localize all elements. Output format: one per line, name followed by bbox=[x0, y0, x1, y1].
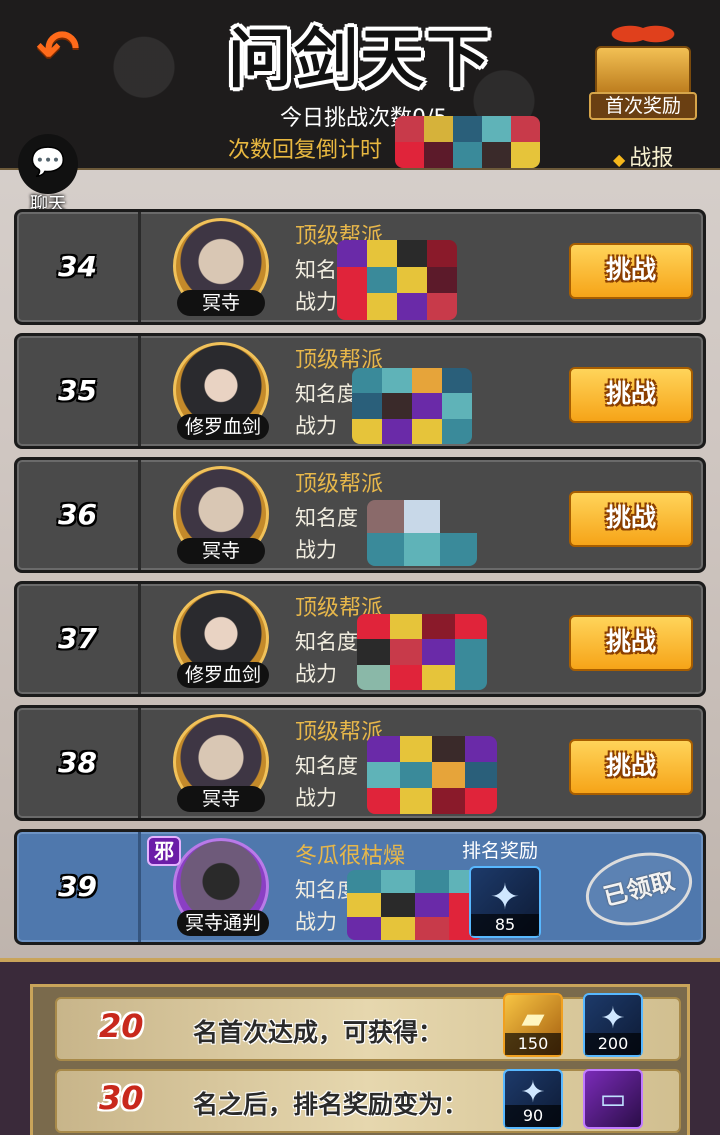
reward-count: 85 bbox=[471, 914, 539, 936]
guild-name: 顶级帮派 bbox=[295, 472, 384, 497]
hero-name: 修罗血剑 bbox=[177, 414, 270, 440]
rank-row: 35 修罗血剑 顶级帮派 知名度 战力 挑战 bbox=[14, 333, 706, 449]
rank-bonus-panel: 20 名首次达成，可获得： ▰ 150 ✦ 200 30 名之后，排名奖励变为：… bbox=[0, 958, 720, 1135]
power-label: 战力 bbox=[295, 538, 337, 562]
hero-name: 冥寺 bbox=[177, 786, 265, 812]
shards-icon[interactable]: ✦ 200 bbox=[583, 993, 643, 1057]
censored-mosaic bbox=[347, 870, 483, 940]
power-label: 战力 bbox=[295, 414, 337, 438]
chat-button[interactable]: 💬 聊天 bbox=[10, 134, 86, 215]
hero-name: 冥寺 bbox=[177, 290, 265, 316]
censored-mosaic bbox=[357, 614, 487, 690]
faction-badge: 邪 bbox=[147, 836, 181, 866]
battle-report-button[interactable]: ◆ 战报 bbox=[613, 140, 673, 172]
player-name: 冬瓜很枯燥 bbox=[295, 844, 406, 869]
claimed-stamp: 已领取 bbox=[578, 841, 700, 937]
hero-name: 冥寺 bbox=[177, 538, 265, 564]
reward-count: 150 bbox=[505, 1033, 561, 1055]
back-arrow-icon[interactable]: ↶ bbox=[30, 22, 86, 78]
rank-reward-title: 排名奖励 bbox=[462, 840, 539, 862]
recover-countdown: 次数回复倒计时 bbox=[228, 138, 383, 163]
rank-row: 37 修罗血剑 顶级帮派 知名度 战力 挑战 bbox=[14, 581, 706, 697]
bonus-row-first: 20 名首次达成，可获得： ▰ 150 ✦ 200 bbox=[55, 993, 681, 1061]
shards-icon[interactable]: ✦ 85 bbox=[469, 866, 541, 938]
rank-bonus-inner: 20 名首次达成，可获得： ▰ 150 ✦ 200 30 名之后，排名奖励变为：… bbox=[30, 984, 690, 1135]
speech-bubble-icon: 💬 bbox=[18, 134, 78, 194]
diamond-icon: ◆ bbox=[613, 150, 626, 169]
hero-name: 冥寺通判 bbox=[177, 910, 270, 936]
rank-row: 36 冥寺 顶级帮派 知名度 战力 挑战 bbox=[14, 457, 706, 573]
header: ↶ 问剑天下 今日挑战次数0/5 次数回复倒计时 首次奖励 ◆ 战报 bbox=[0, 0, 720, 172]
my-rank-row: 39 邪 冥寺通判 冬瓜很枯燥 知名度 战力 排名奖励 ✦ 85 已领取 bbox=[14, 829, 706, 945]
gold-bar-icon[interactable]: ▰ 150 bbox=[503, 993, 563, 1057]
battle-report-label: 战报 bbox=[629, 146, 674, 171]
challenge-button[interactable]: 挑战 bbox=[569, 491, 693, 547]
hero-name: 修罗血剑 bbox=[177, 662, 270, 688]
reward-count: 90 bbox=[505, 1105, 561, 1127]
rank-number: 36 bbox=[17, 460, 141, 570]
rank-number: 34 bbox=[17, 212, 141, 322]
fame-label: 知名度 bbox=[295, 506, 358, 530]
scroll-item-icon[interactable]: ▭ bbox=[583, 1069, 643, 1129]
censored-mosaic bbox=[367, 500, 477, 566]
fame-label: 知名度 bbox=[295, 382, 358, 406]
challenge-button[interactable]: 挑战 bbox=[569, 739, 693, 795]
power-label: 战力 bbox=[295, 786, 337, 810]
challenge-button[interactable]: 挑战 bbox=[569, 367, 693, 423]
page-title: 问剑天下 bbox=[228, 22, 492, 97]
censored-mosaic bbox=[337, 240, 457, 320]
bonus-text: 名之后，排名奖励变为： bbox=[193, 1090, 469, 1119]
censored-mosaic bbox=[367, 736, 497, 814]
rank-number: 35 bbox=[17, 336, 141, 446]
rank-number: 38 bbox=[17, 708, 141, 818]
censored-mosaic bbox=[352, 368, 472, 444]
challenge-button[interactable]: 挑战 bbox=[569, 615, 693, 671]
gift-box-icon bbox=[595, 46, 691, 98]
first-reward-label: 首次奖励 bbox=[589, 92, 697, 120]
rank-row: 38 冥寺 顶级帮派 知名度 战力 挑战 bbox=[14, 705, 706, 821]
fame-label: 知名度 bbox=[295, 754, 358, 778]
fame-label: 知名度 bbox=[295, 630, 358, 654]
power-label: 战力 bbox=[295, 662, 337, 686]
bonus-rank: 20 bbox=[99, 1007, 144, 1045]
bonus-text: 名首次达成，可获得： bbox=[193, 1018, 444, 1047]
power-label: 战力 bbox=[295, 290, 337, 314]
reward-count: 200 bbox=[585, 1033, 641, 1055]
first-reward-button[interactable]: 首次奖励 bbox=[583, 8, 703, 120]
censored-mosaic bbox=[395, 116, 540, 168]
bonus-row-after: 30 名之后，排名奖励变为： ✦ 90 ▭ bbox=[55, 1069, 681, 1133]
power-label: 战力 bbox=[295, 910, 337, 934]
shards-icon[interactable]: ✦ 90 bbox=[503, 1069, 563, 1129]
challenge-button[interactable]: 挑战 bbox=[569, 243, 693, 299]
rank-number: 37 bbox=[17, 584, 141, 694]
bonus-rank: 30 bbox=[99, 1079, 144, 1117]
rank-number: 39 bbox=[17, 832, 141, 942]
rank-row: 34 冥寺 顶级帮派 知名度 战力 挑战 bbox=[14, 209, 706, 325]
